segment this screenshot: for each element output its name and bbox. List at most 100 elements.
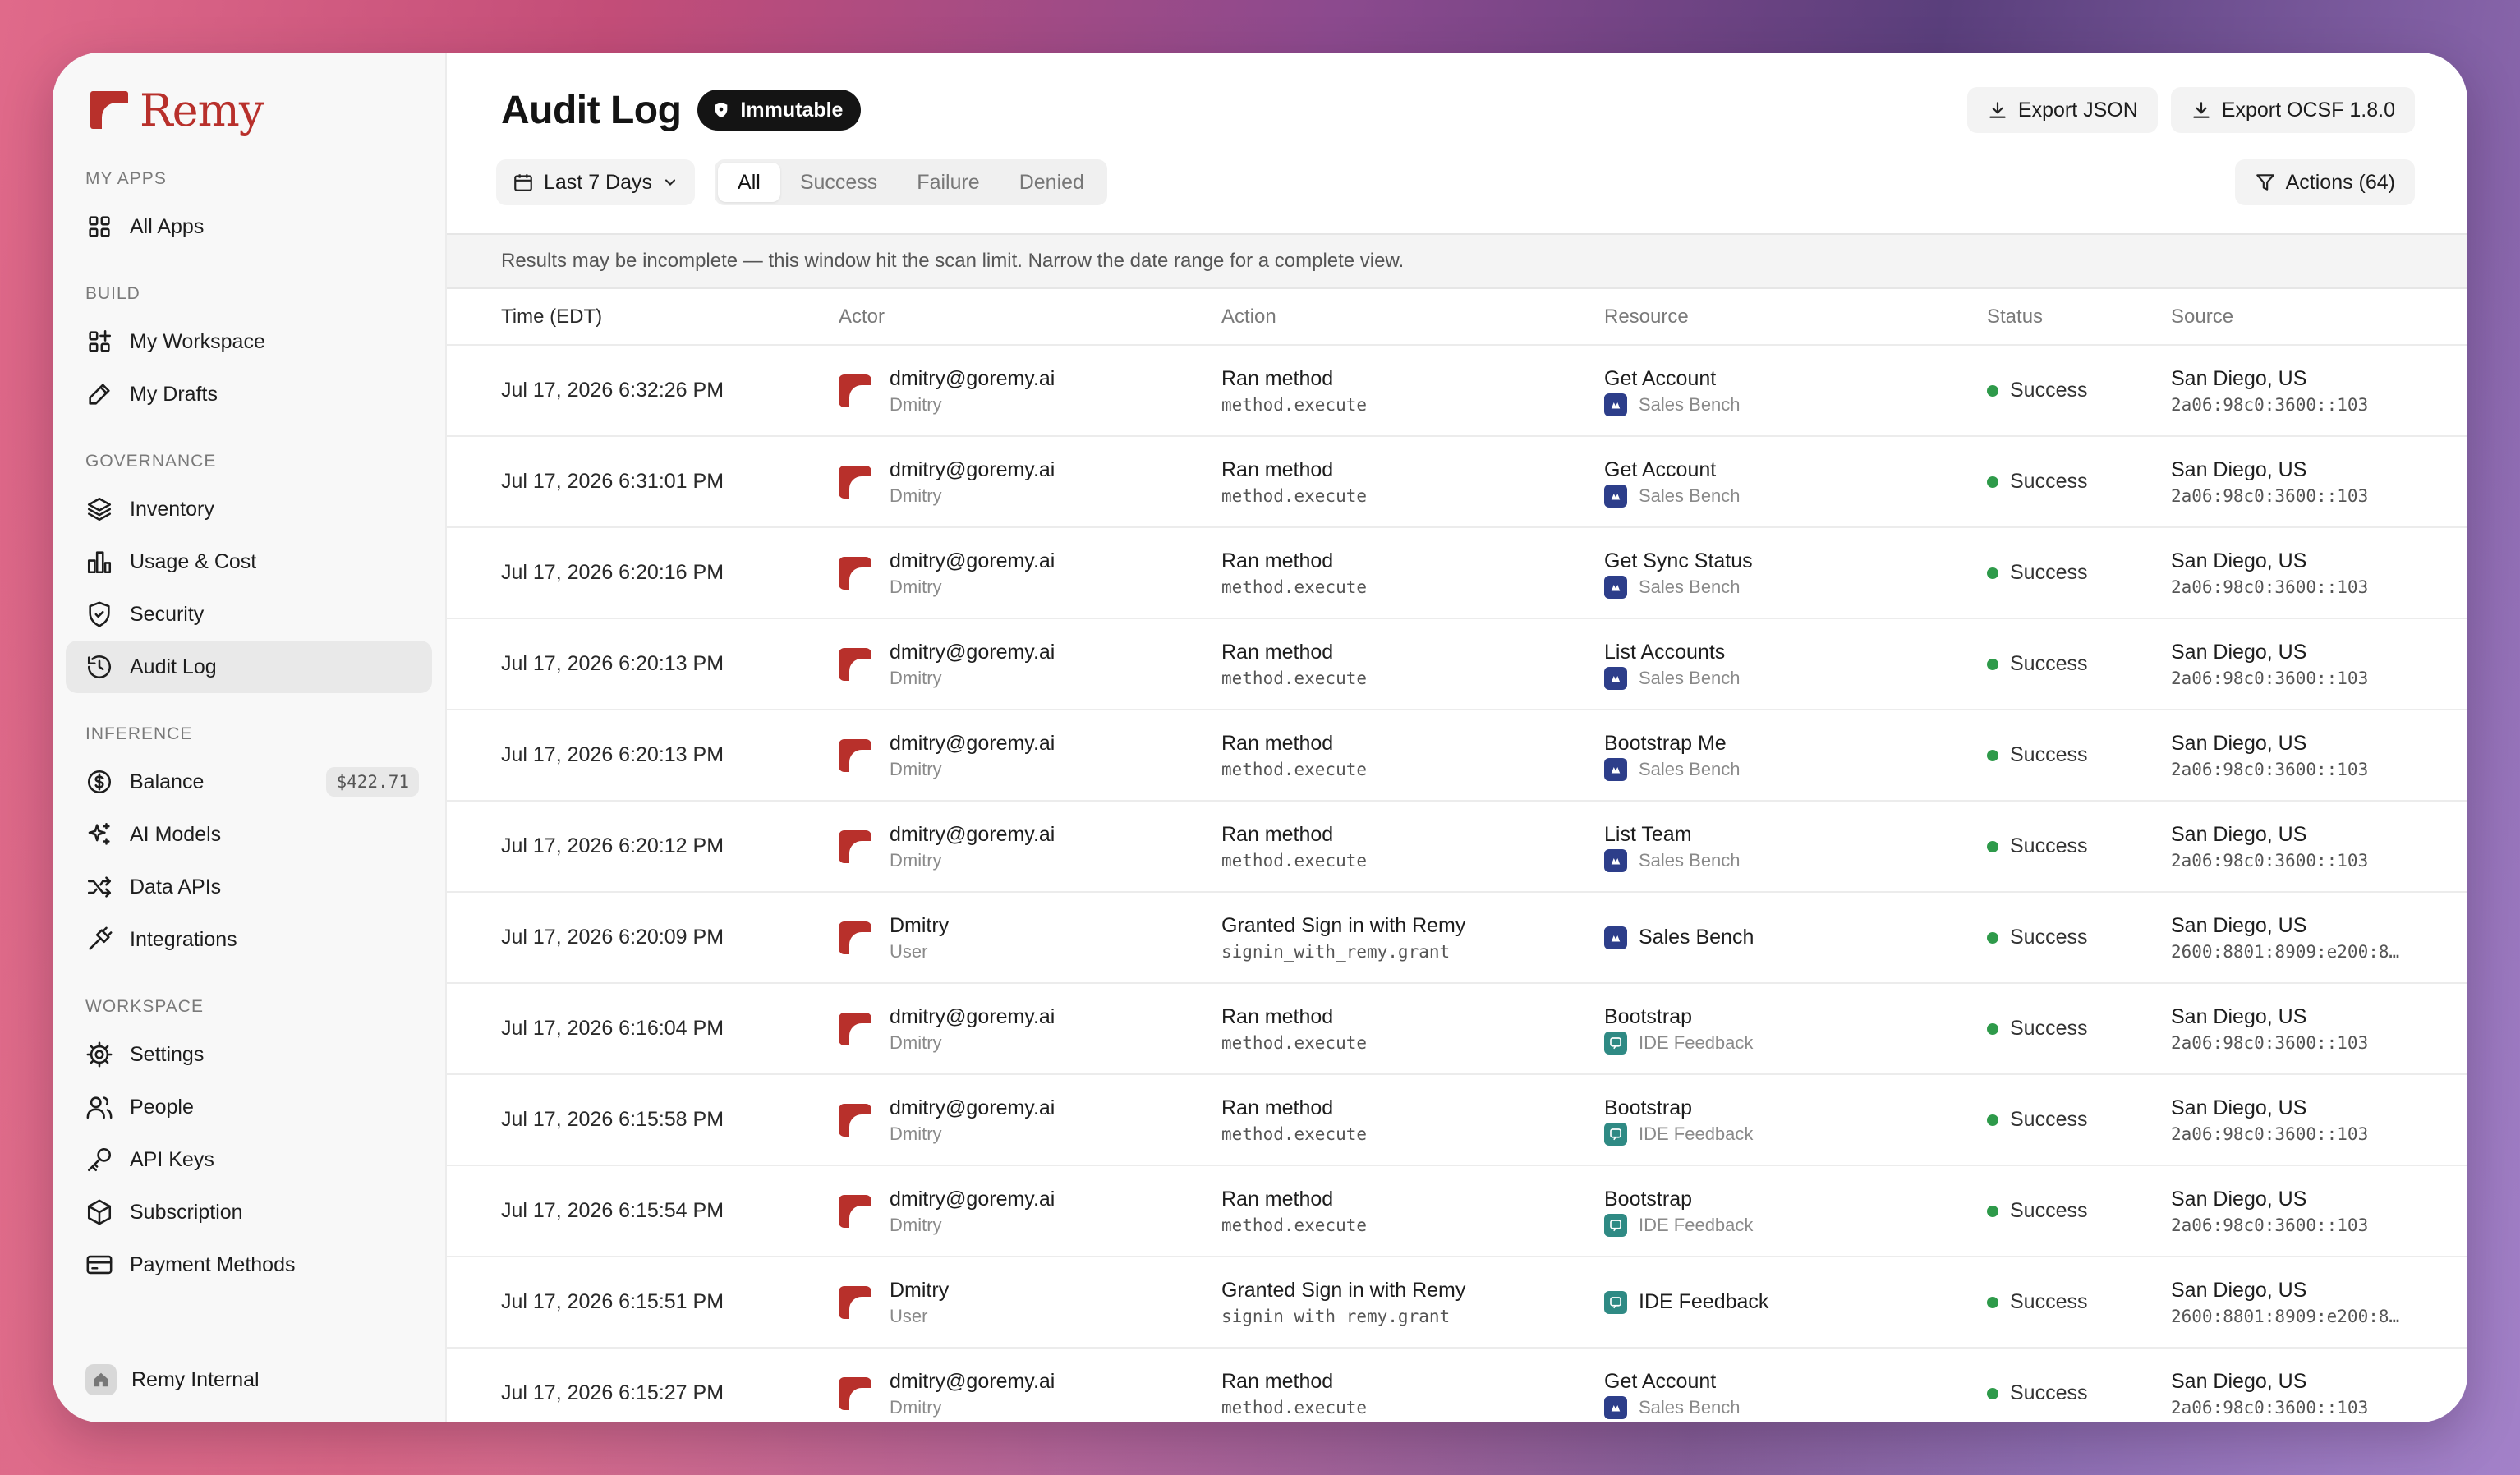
column-header-source[interactable]: Source [2171,289,2467,346]
table-row[interactable]: Jul 17, 2026 6:15:54 PM dmitry@goremy.ai D… [447,1165,2467,1257]
resource-app-name: Sales Bench [1639,393,1741,415]
actor-name: dmitry@goremy.ai [890,1187,1055,1211]
status-label: Success [2010,470,2088,493]
home-icon [85,1364,117,1395]
section-label-workspace: WORKSPACE [85,997,204,1016]
resource-app[interactable]: Sales Bench [1604,1395,1987,1420]
source-text: San Diego, US 2600:8801:8909:e200:8… [2171,912,2467,964]
resource-cell: Get Account Sales Bench [1604,436,1987,528]
resource-app[interactable]: IDE Feedback [1604,1031,1987,1055]
actions-filter-button[interactable]: Actions (64) [2234,159,2415,205]
action-code: method.execute [1221,1397,1368,1418]
date-range-select[interactable]: Last 7 Days [496,159,696,205]
resource-cell: Sales Bench [1604,892,1987,984]
status-dot-icon [1987,476,1998,488]
calendar-icon [514,174,532,191]
sidebar-item-all-apps[interactable]: All Apps [66,200,432,253]
sidebar-item-audit-log[interactable]: Audit Log [66,641,432,693]
sidebar-item-integrations[interactable]: Integrations [66,913,432,966]
resource-cell: List Team Sales Bench [1604,801,1987,893]
status-dot-icon [1987,840,1998,852]
sidebar-item-ai-models[interactable]: AI Models [66,808,432,861]
sidebar-item-my-drafts[interactable]: My Drafts [66,368,432,420]
source-cell: San Diego, US2a06:98c0:3600::103 [2171,436,2467,528]
resource-app[interactable]: IDE Feedback [1604,1213,1987,1238]
sidebar-item-label: Data APIs [130,875,222,898]
resource-text: Get Account Sales Bench [1604,1367,1987,1420]
resource-app[interactable]: Sales Bench [1604,926,1987,949]
action-name: Granted Sign in with Remy [1221,1278,1466,1302]
filter-denied[interactable]: Denied [1000,163,1104,202]
resource-app[interactable]: Sales Bench [1604,393,1987,417]
action-cell: Ran method method.execute [1221,618,1604,710]
source-location: San Diego, US [2171,913,2307,937]
resource-app[interactable]: Sales Bench [1604,484,1987,508]
filter-success[interactable]: Success [780,163,897,202]
filter-all[interactable]: All [718,163,780,202]
resource-app[interactable]: IDE Feedback [1604,1122,1987,1146]
section-label-my-apps: MY APPS [85,169,167,188]
shield-icon [89,601,110,627]
sidebar-item-settings[interactable]: Settings [66,1028,432,1081]
source-ip: 2a06:98c0:3600::103 [2171,485,2369,506]
source-location: San Diego, US [2171,731,2307,755]
table-row[interactable]: Jul 17, 2026 6:15:58 PM dmitry@goremy.ai D… [447,1074,2467,1166]
column-header-status[interactable]: Status [1987,289,2171,346]
sidebar-item-payment-methods[interactable]: Payment Methods [66,1238,432,1291]
filter-failure[interactable]: Failure [897,163,999,202]
table-row[interactable]: Jul 17, 2026 6:15:27 PM dmitry@goremy.ai D… [447,1348,2467,1422]
action-code: method.execute [1221,850,1368,871]
table-row[interactable]: Jul 17, 2026 6:31:01 PM dmitry@goremy.ai D… [447,436,2467,528]
sales-bench-app-icon [1604,757,1627,781]
column-header-time[interactable]: Time (EDT) [447,289,839,346]
export-ocsf-button[interactable]: Export OCSF 1.8.0 [2170,87,2415,133]
action-name: Ran method [1221,1004,1334,1028]
source-location: San Diego, US [2171,457,2307,481]
column-header-actor[interactable]: Actor [839,289,1221,346]
chevron-down-icon [664,179,676,186]
table-row[interactable]: Jul 17, 2026 6:20:16 PM dmitry@goremy.ai D… [447,527,2467,619]
action-text: Ran method method.execute [1221,1094,1604,1146]
resource-app[interactable]: Sales Bench [1604,666,1987,691]
sales-bench-app-icon [1604,926,1627,949]
resource-app[interactable]: Sales Bench [1604,575,1987,600]
action-text: Ran method method.execute [1221,365,1604,417]
action-text: Ran method method.execute [1221,638,1604,691]
sidebar-item-people[interactable]: People [66,1081,432,1133]
source-cell: San Diego, US 2a06:98c0:3600::103 [2171,710,2467,802]
sidebar-item-inventory[interactable]: Inventory [66,483,432,535]
resource-app[interactable]: IDE Feedback [1604,1290,1987,1314]
table-row[interactable]: Jul 17, 2026 6:16:04 PM dmitry@goremy.ai D… [447,983,2467,1075]
status-label: Success [2010,379,2088,402]
source-ip: 2a06:98c0:3600::103 [2171,850,2369,871]
sidebar-item-balance[interactable]: Balance $422.71 [66,756,432,808]
table-row[interactable]: Jul 17, 2026 6:20:13 PM dmitry@goremy.ai D… [447,710,2467,802]
sales-bench-app-icon [1604,484,1627,508]
history-icon [87,655,112,679]
column-header-resource[interactable]: Resource [1604,289,1987,346]
resource-app[interactable]: Sales Bench [1604,848,1987,873]
table-row[interactable]: Jul 17, 2026 6:20:13 PM dmitry@goremy.ai D… [447,618,2467,710]
actor: dmitry@goremy.ai Dmitry [839,820,1221,873]
sidebar-item-security[interactable]: Security [66,588,432,641]
remy-avatar-icon [839,921,871,954]
workspace-switcher[interactable]: Remy Internal [66,1353,432,1406]
source-location: San Diego, US [2171,640,2307,664]
sidebar-item-data-apis[interactable]: Data APIs [66,861,432,913]
table-row[interactable]: Jul 17, 2026 6:15:51 PM Dmitry User Granted… [447,1257,2467,1349]
resource-name: Bootstrap [1604,1187,1693,1211]
sidebar-item-my-workspace[interactable]: My Workspace [66,315,432,368]
resource-app[interactable]: Sales Bench [1604,757,1987,782]
column-header-action[interactable]: Action [1221,289,1604,346]
status-badge: Success [1987,743,2171,767]
sidebar-item-api-keys[interactable]: API Keys [66,1133,432,1186]
table-row[interactable]: Jul 17, 2026 6:20:12 PM dmitry@goremy.ai D… [447,801,2467,893]
sidebar-item-subscription[interactable]: Subscription [66,1186,432,1238]
table-row[interactable]: Jul 17, 2026 6:32:26 PM dmitry@goremy.ai D… [447,345,2467,437]
logo[interactable]: Remy [66,82,432,138]
resource-app-name: IDE Feedback [1639,1032,1754,1053]
sidebar-item-usage-cost[interactable]: Usage & Cost [66,535,432,588]
export-json-button[interactable]: Export JSON [1966,87,2158,133]
resource-cell: Get Account Sales Bench [1604,1348,1987,1422]
table-row[interactable]: Jul 17, 2026 6:20:09 PM Dmitry User Granted… [447,892,2467,984]
